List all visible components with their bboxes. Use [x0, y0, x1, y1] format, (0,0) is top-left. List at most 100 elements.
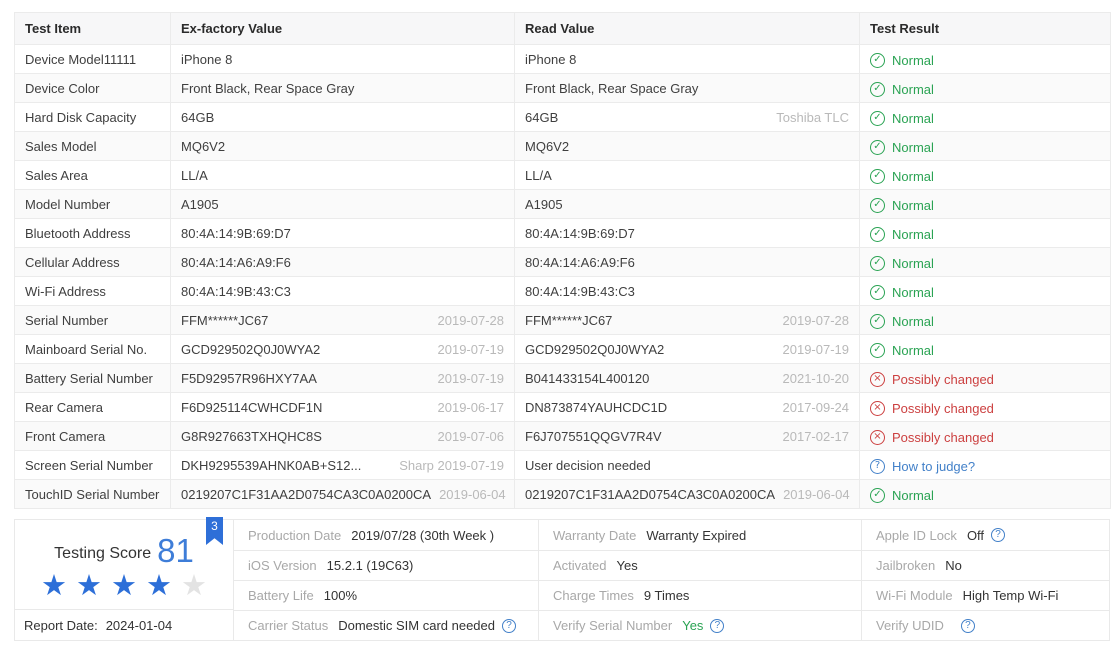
table-row: Screen Serial Number DKH9295539AHNK0AB+S… — [15, 451, 1111, 480]
ex-factory-note: 2019-07-19 — [430, 371, 505, 386]
check-circle-icon: ✓ — [870, 169, 885, 184]
result-label[interactable]: How to judge? — [892, 459, 975, 474]
star-icon: ★ — [41, 568, 76, 602]
test-item-label: Sales Area — [15, 161, 171, 190]
result-label: Normal — [892, 169, 934, 184]
table-row: Battery Serial Number F5D92957R96HXY7AA … — [15, 364, 1111, 393]
read-value: FFM******JC67 — [525, 313, 612, 328]
detail-label: Carrier Status — [248, 618, 328, 633]
test-result-badge: ✓ Normal — [870, 82, 934, 97]
test-item-label: Screen Serial Number — [15, 451, 171, 480]
test-item-label: Sales Model — [15, 132, 171, 161]
ex-factory-value: DKH9295539AHNK0AB+S12... — [181, 458, 361, 473]
table-header-row: Test Item Ex-factory Value Read Value Te… — [15, 13, 1111, 45]
table-row: Cellular Address 80:4A:14:A6:A9:F6 80:4A… — [15, 248, 1111, 277]
detail-cell: Wi-Fi ModuleHigh Temp Wi-Fi — [862, 580, 1109, 610]
table-row: Rear Camera F6D925114CWHCDF1N 2019-06-17… — [15, 393, 1111, 422]
table-row: Sales Area LL/A LL/A ✓ Normal — [15, 161, 1111, 190]
test-item-label: Hard Disk Capacity — [15, 103, 171, 132]
test-item-label: TouchID Serial Number — [15, 480, 171, 509]
test-result-badge: × Possibly changed — [870, 430, 994, 445]
test-report-table: Test Item Ex-factory Value Read Value Te… — [14, 12, 1111, 509]
ex-factory-value: Front Black, Rear Space Gray — [181, 81, 354, 96]
ex-factory-value: A1905 — [181, 197, 219, 212]
test-result-badge: ✓ Normal — [870, 140, 934, 155]
table-row: Device Model11111 iPhone 8 iPhone 8 ✓ No… — [15, 45, 1111, 74]
detail-label: Activated — [553, 558, 606, 573]
ex-factory-value: F6D925114CWHCDF1N — [181, 400, 322, 415]
test-item-label: Device Color — [15, 74, 171, 103]
check-circle-icon: ✓ — [870, 82, 885, 97]
table-row: Sales Model MQ6V2 MQ6V2 ✓ Normal — [15, 132, 1111, 161]
test-result-badge: ✓ Normal — [870, 227, 934, 242]
score-panel: 3 Testing Score81 ★★★★★ Report Date: 202… — [15, 520, 234, 640]
ex-factory-value: G8R927663TXHQHC8S — [181, 429, 322, 444]
header-test-item: Test Item — [15, 13, 171, 45]
read-value: 80:4A:14:A6:A9:F6 — [525, 255, 635, 270]
read-value: Front Black, Rear Space Gray — [525, 81, 698, 96]
ex-factory-value: 64GB — [181, 110, 214, 125]
detail-cell: ActivatedYes — [539, 550, 861, 580]
question-circle-icon[interactable]: ? — [961, 619, 975, 633]
result-label: Normal — [892, 198, 934, 213]
ex-factory-value: iPhone 8 — [181, 52, 232, 67]
check-circle-icon: ✓ — [870, 227, 885, 242]
read-value-note: Toshiba TLC — [768, 110, 849, 125]
question-circle-icon[interactable]: ? — [502, 619, 516, 633]
read-value-note: 2017-09-24 — [775, 400, 850, 415]
ex-factory-value: F5D92957R96HXY7AA — [181, 371, 317, 386]
test-result-badge: ✓ Normal — [870, 198, 934, 213]
table-row: Device Color Front Black, Rear Space Gra… — [15, 74, 1111, 103]
test-result-badge[interactable]: ? How to judge? — [870, 459, 975, 474]
detail-cell: iOS Version15.2.1 (19C63) — [234, 550, 538, 580]
table-row: Bluetooth Address 80:4A:14:9B:69:D7 80:4… — [15, 219, 1111, 248]
question-circle-icon[interactable]: ? — [710, 619, 724, 633]
result-label: Possibly changed — [892, 401, 994, 416]
score-label: Testing Score — [54, 545, 151, 562]
detail-value: 2019/07/28 (30th Week ) — [351, 528, 494, 543]
detail-cell: Production Date2019/07/28 (30th Week ) — [234, 520, 538, 550]
read-value: B041433154L400120 — [525, 371, 649, 386]
table-row: TouchID Serial Number 0219207C1F31AA2D07… — [15, 480, 1111, 509]
detail-cell: Warranty DateWarranty Expired — [539, 520, 861, 550]
read-value-note: 2019-07-19 — [775, 342, 850, 357]
summary-panel: 3 Testing Score81 ★★★★★ Report Date: 202… — [14, 519, 1110, 641]
read-value-note: 2019-07-28 — [775, 313, 850, 328]
ex-factory-note: 2019-06-04 — [431, 487, 506, 502]
table-row: Model Number A1905 A1905 ✓ Normal — [15, 190, 1111, 219]
read-value: iPhone 8 — [525, 52, 576, 67]
test-result-badge: ✓ Normal — [870, 111, 934, 126]
read-value-note: 2017-02-17 — [775, 429, 850, 444]
test-result-badge: ✓ Normal — [870, 488, 934, 503]
test-item-label: Mainboard Serial No. — [15, 335, 171, 364]
detail-cell: Carrier StatusDomestic SIM card needed? — [234, 610, 538, 640]
read-value: GCD929502Q0J0WYA2 — [525, 342, 664, 357]
x-circle-icon: × — [870, 372, 885, 387]
test-result-badge: ✓ Normal — [870, 256, 934, 271]
question-circle-icon[interactable]: ? — [991, 528, 1005, 542]
read-value: F6J707551QQGV7R4V — [525, 429, 662, 444]
test-result-badge: ✓ Normal — [870, 314, 934, 329]
read-value: 64GB — [525, 110, 558, 125]
ex-factory-note: 2019-06-17 — [430, 400, 505, 415]
detail-value: Yes — [682, 618, 703, 633]
table-row: Wi-Fi Address 80:4A:14:9B:43:C3 80:4A:14… — [15, 277, 1111, 306]
detail-cell: Verify UDID? — [862, 610, 1109, 640]
detail-label: Verify UDID — [876, 618, 944, 633]
result-label: Normal — [892, 285, 934, 300]
result-label: Normal — [892, 82, 934, 97]
result-label: Possibly changed — [892, 430, 994, 445]
test-item-label: Rear Camera — [15, 393, 171, 422]
test-item-label: Bluetooth Address — [15, 219, 171, 248]
read-value: MQ6V2 — [525, 139, 569, 154]
read-value: 80:4A:14:9B:43:C3 — [525, 284, 635, 299]
detail-label: Warranty Date — [553, 528, 636, 543]
ex-factory-value: LL/A — [181, 168, 208, 183]
read-value: DN873874YAUHCDC1D — [525, 400, 667, 415]
check-circle-icon: ✓ — [870, 343, 885, 358]
question-circle-icon: ? — [870, 459, 885, 474]
check-circle-icon: ✓ — [870, 314, 885, 329]
test-item-label: Front Camera — [15, 422, 171, 451]
ex-factory-note: Sharp 2019-07-19 — [391, 458, 504, 473]
result-label: Normal — [892, 343, 934, 358]
